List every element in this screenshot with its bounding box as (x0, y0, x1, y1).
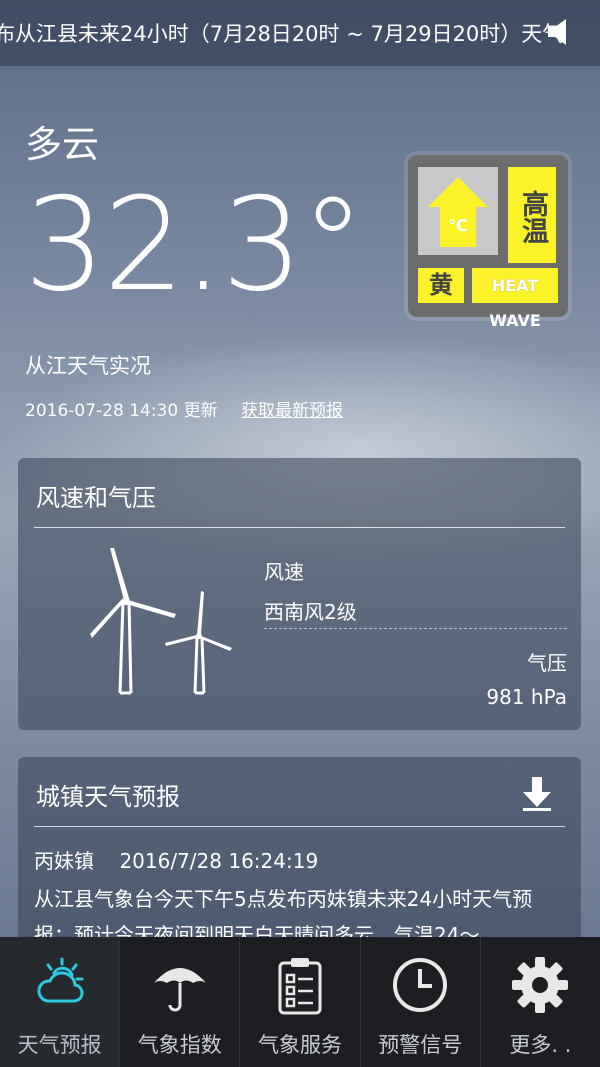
nav-weather-forecast[interactable]: 天气预报 (0, 937, 121, 1067)
pressure-value: 981 hPa (486, 685, 567, 709)
condition-text: 多云 (25, 123, 99, 166)
divider (34, 527, 565, 528)
bottom-nav: 天气预报 气象指数 气象服务 预警信号 更多. . (0, 937, 600, 1067)
gear-icon (512, 957, 569, 1013)
wind-pressure-card: 风速和气压 风速 西南风2级 气压 981 hPa (18, 458, 581, 730)
dashed-divider (264, 628, 567, 629)
nav-label: 气象指数 (137, 1033, 222, 1057)
download-arrow-icon[interactable] (523, 777, 551, 811)
wind-value: 西南风2级 (264, 600, 357, 624)
nav-label: 预警信号 (378, 1033, 463, 1057)
town-forecast-card: 城镇天气预报 丙妹镇 2016/7/28 16:24:19 从江县气象台今天下午… (18, 757, 581, 957)
divider (34, 826, 565, 827)
nav-label: 天气预报 (17, 1033, 102, 1057)
forecast-header: 丙妹镇 2016/7/28 16:24:19 (34, 845, 318, 874)
wind-label: 风速 (264, 560, 304, 584)
nav-weather-index[interactable]: 气象指数 (120, 937, 241, 1067)
umbrella-icon (153, 968, 206, 1012)
house-arrow-icon: ℃ (428, 177, 488, 247)
heat-wave-text: HEAT WAVE (489, 276, 541, 330)
warning-level: 黄 (418, 268, 464, 303)
nav-weather-service[interactable]: 气象服务 (240, 937, 361, 1067)
card-title: 城镇天气预报 (36, 783, 180, 811)
station-label: 从江天气实况 (25, 354, 151, 378)
card-title: 风速和气压 (36, 484, 156, 512)
thermo-symbol: ℃ (448, 216, 467, 235)
wind-turbine-icon (90, 548, 232, 695)
temperature-readout: 32.3° (24, 171, 365, 320)
town-name: 丙妹镇 (34, 849, 94, 873)
pressure-label: 气压 (527, 651, 567, 675)
warning-type: 高温 (508, 167, 556, 263)
clipboard-icon (278, 958, 322, 1015)
nav-label: 更多. . (509, 1033, 572, 1057)
thermometer-house-icon: ℃ (418, 167, 498, 255)
heat-warning-sign[interactable]: ℃ 高温 黄 HEAT WAVE (408, 155, 568, 330)
nav-more[interactable]: 更多. . (481, 937, 600, 1067)
warning-label-en: HEAT WAVE (472, 268, 558, 330)
ticker-text: 布从江县未来24小时（7月28日20时 ~ 7月29日20时）天气 (0, 22, 564, 46)
clock-icon (393, 958, 448, 1012)
nav-warning-signals[interactable]: 预警信号 (361, 937, 481, 1067)
speaker-icon[interactable] (546, 17, 572, 47)
forecast-time: 2016/7/28 16:24:19 (119, 849, 319, 873)
weather-icon (37, 957, 84, 1003)
update-time: 2016-07-28 14:30 更新 (25, 401, 218, 421)
alert-ticker[interactable]: 布从江县未来24小时（7月28日20时 ~ 7月29日20时）天气 (0, 0, 600, 66)
refresh-forecast-link[interactable]: 获取最新预报 (241, 396, 343, 421)
nav-label: 气象服务 (258, 1033, 342, 1057)
